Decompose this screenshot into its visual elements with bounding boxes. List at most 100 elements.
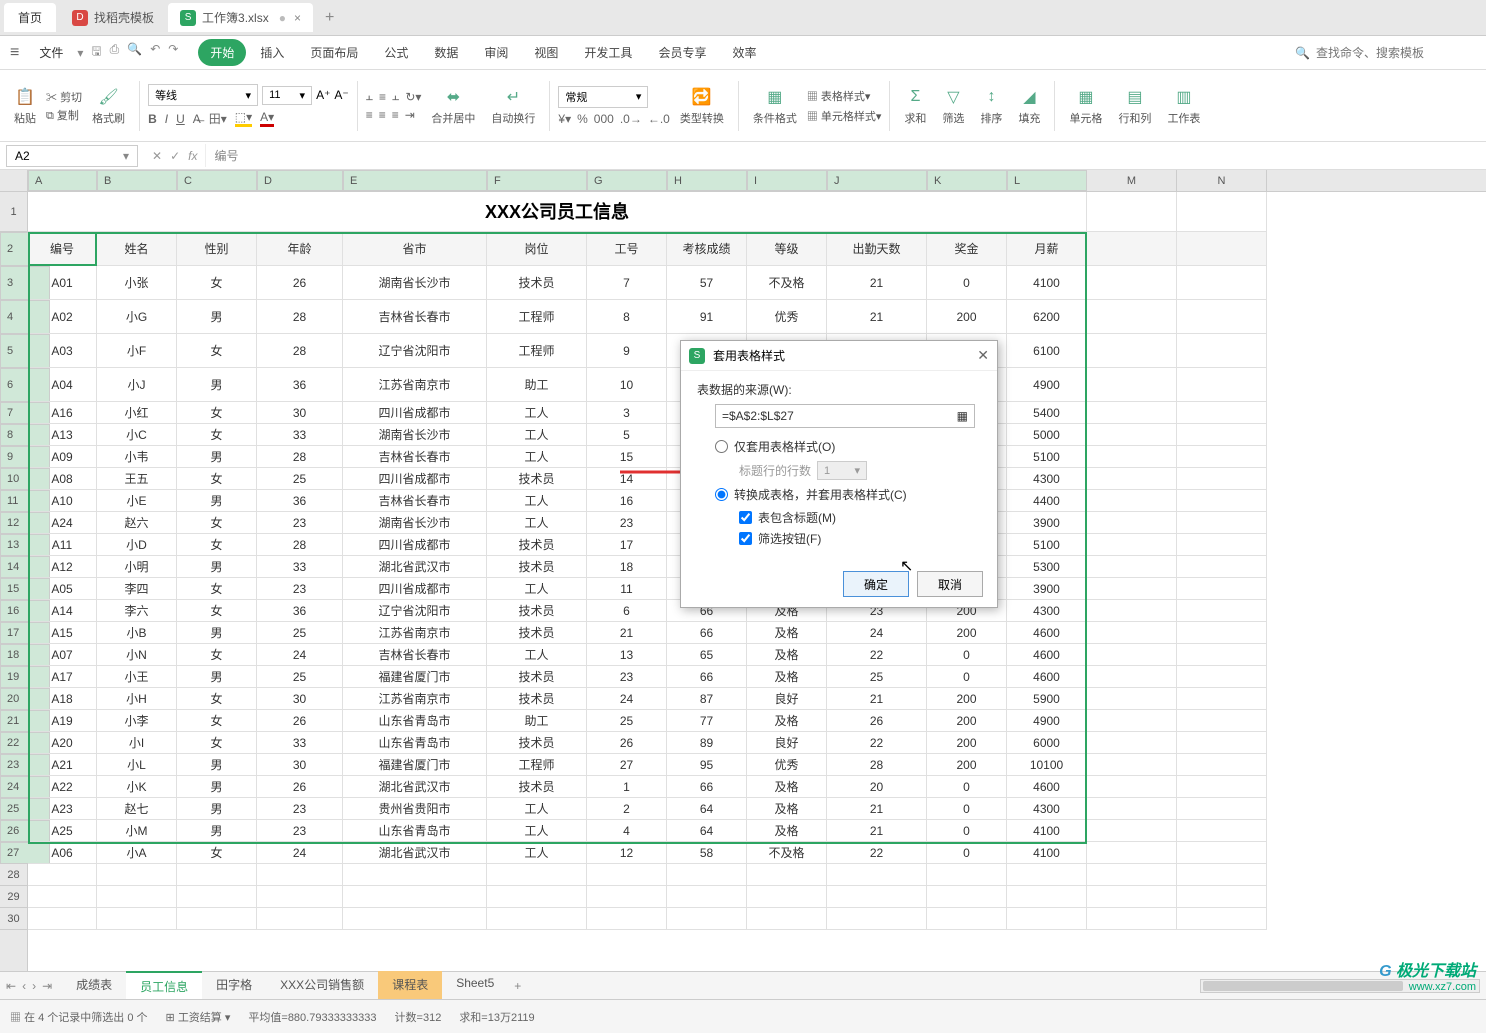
table-cell[interactable]: 15 [587,446,667,468]
table-cell[interactable]: 4300 [1007,798,1087,820]
table-cell[interactable]: 小C [97,424,177,446]
table-cell[interactable]: 36 [257,368,343,402]
table-cell[interactable]: 18 [587,556,667,578]
table-cell[interactable]: 李六 [97,600,177,622]
table-cell[interactable]: A12 [28,556,97,578]
table-cell[interactable]: 女 [177,334,257,368]
table-cell[interactable]: 20 [827,776,927,798]
table-cell[interactable]: 四川省成都市 [343,402,487,424]
table-cell[interactable]: 17 [587,534,667,556]
menu-tab-9[interactable]: 效率 [720,39,768,66]
table-cell[interactable]: 女 [177,710,257,732]
currency-icon[interactable]: ¥▾ [558,112,571,126]
table-cell[interactable]: 25 [257,666,343,688]
paste-group[interactable]: 📋粘贴 [8,84,42,128]
underline-icon[interactable]: U [176,112,185,126]
table-cell[interactable]: 湖南省长沙市 [343,512,487,534]
cancel-fx-icon[interactable]: ✕ [152,149,162,163]
table-cell[interactable]: 26 [587,732,667,754]
table-cell[interactable]: 及格 [747,776,827,798]
table-cell[interactable]: 91 [667,300,747,334]
menu-tab-7[interactable]: 开发工具 [572,39,644,66]
table-cell[interactable]: 4100 [1007,820,1087,842]
table-cell[interactable]: A11 [28,534,97,556]
table-cell[interactable]: 33 [257,732,343,754]
table-cell[interactable]: 0 [927,798,1007,820]
table-cell[interactable]: 王五 [97,468,177,490]
table-cell[interactable]: 小I [97,732,177,754]
table-cell[interactable]: 小明 [97,556,177,578]
table-cell[interactable]: 小D [97,534,177,556]
tab-home[interactable]: 首页 [4,3,56,32]
table-cell[interactable]: 0 [927,842,1007,864]
table-cell[interactable]: 优秀 [747,300,827,334]
table-cell[interactable]: 四川省成都市 [343,468,487,490]
table-cell[interactable]: 女 [177,644,257,666]
table-cell[interactable]: 技术员 [487,688,587,710]
table-cell[interactable]: 工人 [487,424,587,446]
select-all-corner[interactable] [0,170,28,191]
preview-icon[interactable]: 🔍 [127,42,142,63]
table-cell[interactable]: 工人 [487,446,587,468]
menu-tab-2[interactable]: 页面布局 [298,39,370,66]
table-cell[interactable]: 16 [587,490,667,512]
col-header[interactable]: M [1087,170,1177,191]
table-cell[interactable]: 4600 [1007,622,1087,644]
bold-icon[interactable]: B [148,112,157,126]
table-cell[interactable]: 工人 [487,490,587,512]
table-cell[interactable]: 小E [97,490,177,512]
table-cell[interactable]: 工人 [487,842,587,864]
table-cell[interactable]: 0 [927,666,1007,688]
chk-filter-button[interactable]: 筛选按钮(F) [739,530,981,547]
format-painter[interactable]: 🖌格式刷 [86,84,131,128]
table-cell[interactable]: A15 [28,622,97,644]
fontsize-select[interactable]: 11▾ [262,86,312,105]
decrease-font-icon[interactable]: A⁻ [334,88,348,102]
table-cell[interactable]: 吉林省长春市 [343,446,487,468]
col-header[interactable]: C [177,170,257,191]
table-cell[interactable]: 21 [587,622,667,644]
table-cell[interactable]: 24 [257,842,343,864]
table-cell[interactable]: 4600 [1007,666,1087,688]
table-cell[interactable]: 5900 [1007,688,1087,710]
next-sheet-icon[interactable]: › [32,979,36,993]
table-cell[interactable]: 良好 [747,732,827,754]
table-cell[interactable]: A04 [28,368,97,402]
table-cell[interactable]: 工人 [487,644,587,666]
table-cell[interactable]: 23 [257,512,343,534]
col-header[interactable]: E [343,170,487,191]
first-sheet-icon[interactable]: ⇤ [6,979,16,993]
col-header[interactable]: B [97,170,177,191]
table-cell[interactable]: 小K [97,776,177,798]
table-cell[interactable]: 女 [177,534,257,556]
table-cell[interactable]: 26 [257,266,343,300]
table-cell[interactable]: 江苏省南京市 [343,688,487,710]
table-cell[interactable]: 李四 [97,578,177,600]
table-cell[interactable]: 64 [667,820,747,842]
table-style-button[interactable]: ▦ 表格样式▾ [807,88,882,104]
close-icon[interactable]: × [294,11,301,25]
hamburger-icon[interactable]: ≡ [10,44,19,62]
table-cell[interactable]: 7 [587,266,667,300]
table-cell[interactable]: 23 [587,666,667,688]
table-cell[interactable]: 优秀 [747,754,827,776]
redo-icon[interactable]: ↷ [168,42,178,63]
table-cell[interactable]: 工程师 [487,334,587,368]
table-cell[interactable]: 200 [927,754,1007,776]
col-header[interactable]: I [747,170,827,191]
align-center-icon[interactable]: ≡ [379,108,386,122]
table-cell[interactable]: 技术员 [487,732,587,754]
table-cell[interactable]: 13 [587,644,667,666]
table-cell[interactable]: 6200 [1007,300,1087,334]
table-cell[interactable]: 男 [177,556,257,578]
table-cell[interactable]: 湖南省长沙市 [343,424,487,446]
table-cell[interactable]: 男 [177,490,257,512]
table-cell[interactable]: A25 [28,820,97,842]
table-cell[interactable]: 辽宁省沈阳市 [343,600,487,622]
fill-button[interactable]: ◢填充 [1012,84,1046,128]
table-cell[interactable]: 小A [97,842,177,864]
table-cell[interactable]: 24 [257,644,343,666]
search-input[interactable] [1316,46,1476,60]
table-cell[interactable]: 5100 [1007,534,1087,556]
table-cell[interactable]: 工人 [487,798,587,820]
